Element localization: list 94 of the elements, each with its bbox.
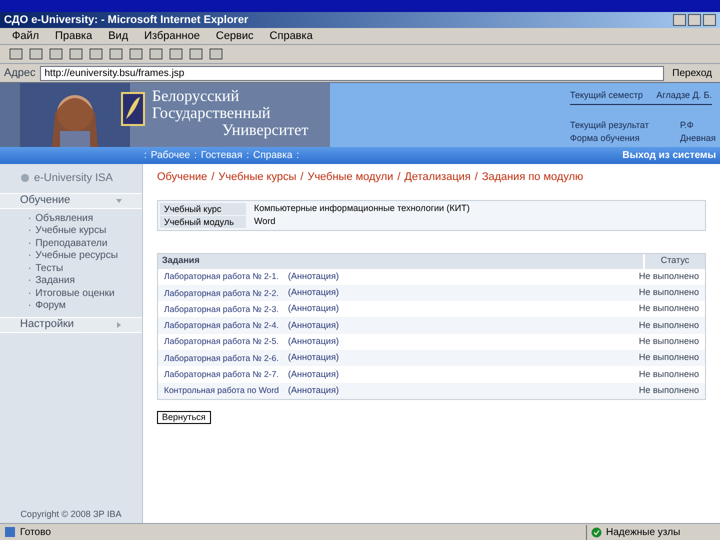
nav-separator: : — [296, 149, 300, 163]
annotation-link[interactable]: (Аннотация) — [288, 286, 339, 300]
nav-link[interactable]: Гостевая — [200, 148, 242, 163]
breadcrumb-separator: / — [211, 170, 214, 185]
info-label: Учебный курс — [160, 202, 246, 214]
status-text: Не выполнено — [638, 286, 699, 300]
annotation-link[interactable]: (Аннотация) — [288, 318, 339, 332]
bullet: · — [28, 250, 32, 262]
column-header: Статус — [645, 254, 705, 268]
task-link[interactable]: Лабораторная работа № 2-4. — [164, 319, 279, 332]
window-title: СДО e-University: - Microsoft Internet Explorer — [4, 12, 250, 28]
info-value: Компьютерные информационные технологии (КИТ) — [253, 202, 471, 215]
zone-text: Надежные узлы — [606, 526, 680, 540]
breadcrumb-separator: / — [300, 170, 304, 185]
page-icon — [4, 526, 16, 538]
task-link[interactable]: Контрольная работа по Word — [164, 384, 279, 398]
breadcrumb-link[interactable]: Учебные модули — [307, 169, 394, 186]
university-name: Белорусский — [152, 88, 240, 105]
go-button[interactable]: Переход — [668, 66, 716, 80]
sidebar-logo: e-University ISA — [34, 171, 113, 186]
info-label: Форма обучения — [570, 132, 641, 145]
bullet: · — [28, 212, 32, 225]
sidebar-item[interactable]: Тесты — [35, 262, 64, 275]
annotation-link[interactable]: (Аннотация) — [288, 384, 339, 398]
university-name: Университет — [221, 122, 310, 139]
info-value: Р.Ф — [680, 118, 695, 132]
info-label: Текущий семестр — [570, 89, 644, 102]
logo-icon — [20, 173, 30, 184]
status-text: Не выполнено — [638, 384, 699, 397]
annotation-link[interactable]: (Аннотация) — [288, 351, 339, 365]
section-label[interactable]: Обучение — [20, 192, 116, 209]
address-field[interactable]: http://euniversity.bsu/frames.jsp — [40, 66, 664, 80]
copyright-text: Copyright © 2008 ЗР IBA — [19, 508, 123, 521]
nav-separator: : — [144, 149, 147, 163]
breadcrumb-link[interactable]: Детализация — [404, 169, 471, 186]
back-button[interactable]: Вернуться — [157, 410, 211, 424]
maximize-button[interactable] — [688, 14, 701, 26]
breadcrumb-separator: / — [397, 170, 400, 185]
task-link[interactable]: Лабораторная работа № 2-3. — [164, 302, 279, 316]
minimize-button[interactable] — [673, 14, 686, 26]
annotation-link[interactable]: (Аннотация) — [288, 335, 339, 349]
breadcrumb-link[interactable]: Учебные курсы — [218, 169, 296, 186]
menu-item[interactable]: Вид — [108, 28, 128, 44]
bullet: · — [28, 225, 32, 238]
info-value: Агладзе Д. Б. — [656, 89, 712, 102]
status-text: Не выполнено — [638, 351, 699, 364]
close-button[interactable] — [703, 14, 716, 26]
task-link[interactable]: Лабораторная работа № 2-6. — [164, 352, 279, 364]
check-icon — [591, 526, 602, 538]
nav-link[interactable]: Справка — [253, 148, 292, 163]
task-link[interactable]: Лабораторная работа № 2-1. — [164, 270, 279, 284]
sidebar-item[interactable]: Преподаватели — [35, 238, 108, 250]
breadcrumb-link[interactable]: Задания по модулю — [482, 169, 584, 186]
university-name: Государственный — [152, 105, 272, 122]
bullet: · — [28, 275, 32, 288]
task-link[interactable]: Лабораторная работа № 2-2. — [164, 286, 279, 300]
sidebar-item[interactable]: Учебные курсы — [35, 225, 106, 238]
info-label: Текущий результат — [570, 118, 650, 132]
status-text: Не выполнено — [638, 335, 699, 348]
status-text: Не выполнено — [638, 368, 699, 381]
status-text: Не выполнено — [638, 318, 699, 332]
column-header: Задания — [158, 254, 643, 268]
annotation-link[interactable]: (Аннотация) — [288, 270, 339, 284]
status-text: Не выполнено — [638, 302, 699, 316]
annotation-link[interactable]: (Аннотация) — [288, 302, 339, 316]
info-value: Word — [253, 214, 276, 228]
bullet: · — [28, 300, 32, 312]
menu-item[interactable]: Избранное — [144, 28, 200, 44]
sidebar-item[interactable]: Форум — [35, 300, 66, 312]
menu-item[interactable]: Файл — [12, 28, 40, 44]
sidebar-item[interactable]: Итоговые оценки — [35, 288, 115, 300]
sidebar-item[interactable]: Задания — [35, 275, 75, 288]
menu-item[interactable]: Правка — [55, 28, 92, 44]
nav-separator: : — [194, 149, 197, 163]
logout-link[interactable]: Выход из системы — [622, 148, 716, 163]
breadcrumb-separator: / — [474, 170, 478, 185]
menu-item[interactable]: Сервис — [216, 28, 254, 44]
bullet: · — [28, 288, 32, 300]
nav-separator: : — [246, 149, 250, 163]
sidebar-item[interactable]: Учебные ресурсы — [35, 250, 118, 262]
menu-item[interactable]: Справка — [270, 28, 313, 44]
status-text: Готово — [20, 526, 52, 540]
section-label[interactable]: Настройки — [20, 316, 116, 333]
address-label: Адрес — [4, 66, 36, 81]
task-link[interactable]: Лабораторная работа № 2-5. — [164, 335, 279, 348]
bullet: · — [28, 262, 32, 275]
sidebar-item[interactable]: Объявления — [35, 212, 94, 225]
annotation-link[interactable]: (Аннотация) — [288, 368, 339, 382]
bullet: · — [28, 238, 32, 250]
info-label: Учебный модуль — [160, 216, 246, 228]
breadcrumb-link[interactable]: Обучение — [157, 169, 208, 186]
status-text: Не выполнено — [638, 270, 699, 283]
task-link[interactable]: Лабораторная работа № 2-7. — [164, 368, 279, 381]
nav-link[interactable]: Рабочее — [150, 148, 190, 163]
